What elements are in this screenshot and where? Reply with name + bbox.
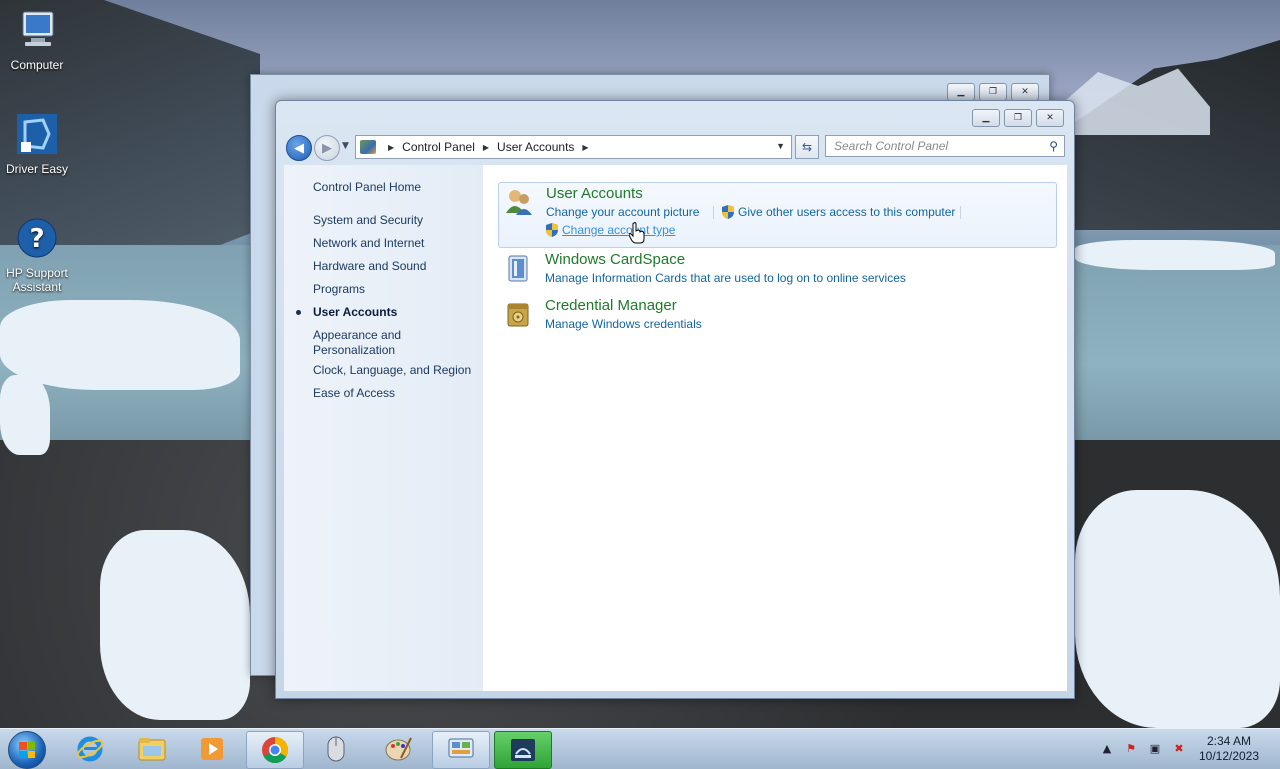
wallpaper-ice <box>100 530 250 720</box>
link-change-account-picture[interactable]: Change your account picture <box>546 205 699 219</box>
category-title-credential-manager[interactable]: Credential Manager <box>545 297 677 314</box>
search-input[interactable]: Search Control Panel ⚲ <box>825 135 1065 157</box>
breadcrumb-arrow-icon[interactable]: ▶ <box>582 143 588 152</box>
media-player-icon <box>201 738 223 760</box>
help-question-icon: ? <box>17 218 57 258</box>
address-dropdown-icon[interactable]: ▼ <box>776 141 785 151</box>
cardspace-icon <box>508 255 528 282</box>
back-button[interactable]: ◀ <box>286 135 312 161</box>
nav-programs[interactable]: Programs <box>313 282 478 297</box>
computer-icon <box>22 11 54 46</box>
wallpaper-mountain-right <box>1070 40 1280 230</box>
category-windows-cardspace: Windows CardSpace Manage Information Car… <box>498 249 1055 289</box>
action-center-icon[interactable]: ⚑ <box>1124 742 1138 756</box>
uac-shield-icon <box>722 205 734 219</box>
nav-control-panel-home[interactable]: Control Panel Home <box>313 180 478 195</box>
taskbar-paint[interactable] <box>370 731 426 767</box>
show-hidden-icons-icon[interactable]: ▲ <box>1100 742 1114 756</box>
breadcrumb-arrow-icon[interactable]: ▶ <box>388 143 394 152</box>
link-change-account-type[interactable]: Change account type <box>562 223 675 237</box>
start-button[interactable] <box>8 731 46 769</box>
taskbar-chrome[interactable] <box>246 731 304 769</box>
wallpaper-ice <box>0 375 50 455</box>
nav-hardware-and-sound[interactable]: Hardware and Sound <box>313 259 478 274</box>
maximize-button[interactable]: ❐ <box>1004 109 1032 127</box>
svg-text:?: ? <box>29 224 44 254</box>
search-placeholder: Search Control Panel <box>834 139 949 153</box>
taskbar-active-app[interactable] <box>494 731 552 769</box>
app-window-icon <box>511 739 535 761</box>
category-credential-manager: Credential Manager Manage Windows creden… <box>498 295 1055 335</box>
minimize-button[interactable]: ▁ <box>972 109 1000 127</box>
recent-pages-dropdown-icon[interactable]: ▼ <box>342 141 349 151</box>
internet-explorer-icon <box>76 736 104 762</box>
breadcrumb-arrow-icon[interactable]: ▶ <box>483 143 489 152</box>
chrome-icon <box>262 736 288 764</box>
category-title-windows-cardspace[interactable]: Windows CardSpace <box>545 251 685 268</box>
window-caption-buttons: ▁ ❐ ✕ <box>972 109 1064 127</box>
left-navigation-pane: Control Panel Home System and Security N… <box>284 165 483 691</box>
wallpaper-ice <box>1075 240 1275 270</box>
taskbar-file-explorer[interactable] <box>124 731 180 767</box>
link-manage-information-cards[interactable]: Manage Information Cards that are used t… <box>545 271 906 285</box>
close-button[interactable]: ✕ <box>1036 109 1064 127</box>
address-bar[interactable]: ▶ Control Panel ▶ User Accounts ▶ ▼ <box>355 135 792 159</box>
system-clock[interactable]: 2:34 AM 10/12/2023 <box>1196 734 1262 764</box>
clock-date: 10/12/2023 <box>1198 749 1260 763</box>
breadcrumb-user-accounts[interactable]: User Accounts <box>497 140 574 154</box>
close-icon[interactable]: ✕ <box>1011 83 1039 101</box>
nav-appearance-personalization[interactable]: Appearance and Personalization <box>313 328 423 358</box>
nav-ease-of-access[interactable]: Ease of Access <box>313 386 478 401</box>
paint-palette-icon <box>385 737 412 761</box>
hand-cursor-icon <box>629 222 645 244</box>
control-panel-icon <box>360 140 376 154</box>
background-window-caption-buttons: ▁ ❐ ✕ <box>947 83 1039 101</box>
volume-muted-icon[interactable]: ✖ <box>1172 742 1186 756</box>
user-accounts-icon <box>506 190 532 215</box>
nav-system-and-security[interactable]: System and Security <box>313 213 478 228</box>
taskbar-control-panel[interactable] <box>432 731 490 769</box>
uac-shield-icon <box>546 223 558 237</box>
desktop-icon-label: Driver Easy <box>5 162 68 176</box>
forward-button[interactable]: ▶ <box>314 135 340 161</box>
category-title-user-accounts[interactable]: User Accounts <box>546 185 643 202</box>
maximize-icon[interactable]: ❐ <box>979 83 1007 101</box>
control-panel-icon <box>448 738 474 758</box>
taskbar-internet-explorer[interactable] <box>62 731 118 767</box>
search-icon[interactable]: ⚲ <box>1049 139 1058 153</box>
desktop-icon-computer[interactable]: Computer <box>1 8 73 72</box>
desktop-icon-driver-easy[interactable]: Driver Easy <box>1 112 73 176</box>
network-icon[interactable]: ▣ <box>1148 742 1162 756</box>
navigation-bar: ◀ ▶ ▼ ▶ Control Panel ▶ User Accounts ▶ … <box>284 134 1066 161</box>
folder-icon <box>138 738 166 761</box>
nav-user-accounts[interactable]: User Accounts <box>313 305 478 320</box>
wallpaper-ice <box>1075 490 1280 728</box>
desktop-icon-label: Computer <box>10 58 64 72</box>
taskbar: ▲ ⚑ ▣ ✖ 2:34 AM 10/12/2023 <box>0 728 1280 769</box>
wallpaper-ice <box>0 300 240 390</box>
link-separator <box>713 206 714 219</box>
mouse-icon <box>327 736 345 762</box>
link-separator <box>960 206 961 219</box>
clock-time: 2:34 AM <box>1206 734 1252 748</box>
desktop-icon-hp-support[interactable]: ? HP Support Assistant <box>1 216 73 294</box>
driver-easy-icon <box>17 114 57 154</box>
main-content: User Accounts Change your account pictur… <box>483 165 1067 691</box>
minimize-icon[interactable]: ▁ <box>947 83 975 101</box>
link-give-other-users-access[interactable]: Give other users access to this computer <box>738 205 955 219</box>
refresh-button[interactable]: ⇆ <box>795 135 819 159</box>
desktop-icon-label: HP Support Assistant <box>6 266 68 294</box>
control-panel-window[interactable]: ▁ ❐ ✕ ◀ ▶ ▼ ▶ Control Panel ▶ User Accou… <box>275 100 1075 699</box>
windows-logo-icon <box>19 742 35 758</box>
category-user-accounts: User Accounts Change your account pictur… <box>498 182 1057 248</box>
breadcrumb-control-panel[interactable]: Control Panel <box>402 140 475 154</box>
credential-manager-icon <box>507 303 529 327</box>
link-manage-windows-credentials[interactable]: Manage Windows credentials <box>545 317 702 331</box>
taskbar-mouse-app[interactable] <box>308 731 364 767</box>
active-bullet-icon <box>296 310 301 315</box>
nav-clock-language-region[interactable]: Clock, Language, and Region <box>313 363 478 378</box>
taskbar-media-player[interactable] <box>184 731 240 767</box>
nav-network-and-internet[interactable]: Network and Internet <box>313 236 478 251</box>
